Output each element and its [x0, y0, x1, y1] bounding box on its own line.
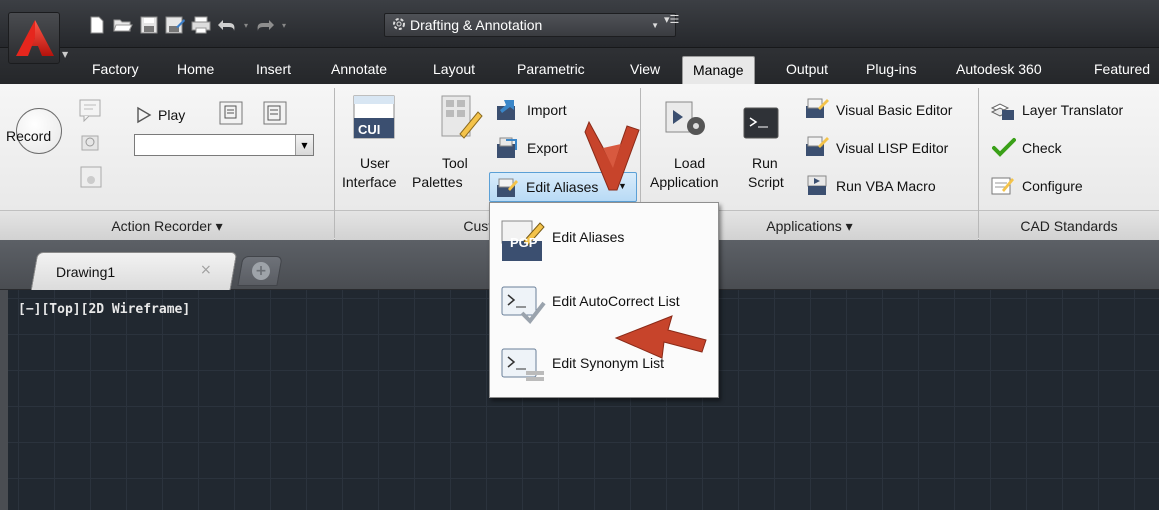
tab-featured[interactable]: Featured: [1094, 58, 1150, 84]
vba-editor-icon[interactable]: [804, 96, 830, 122]
tool-palettes-icon[interactable]: [440, 94, 484, 146]
record-label[interactable]: Record: [6, 128, 51, 144]
run-script-icon[interactable]: [742, 106, 782, 144]
title-bar: ▾ ▾ Drafting & Annotation ▼ ▾☰: [0, 0, 1159, 48]
save-as-icon[interactable]: [162, 13, 188, 37]
user-interface-label-line1[interactable]: User: [360, 155, 390, 171]
pgp-badge: PGP: [510, 235, 538, 250]
gear-icon: [391, 16, 407, 35]
import-label[interactable]: Import: [527, 102, 567, 118]
vba-editor-label[interactable]: Visual Basic Editor: [836, 102, 952, 118]
redo-dropdown-icon[interactable]: ▾: [278, 21, 290, 30]
chevron-down-icon[interactable]: ▼: [295, 135, 313, 155]
insert-base-point-icon[interactable]: [78, 164, 104, 188]
tab-plug-ins[interactable]: Plug-ins: [866, 58, 917, 84]
customize-toolbar-icon[interactable]: ▾☰: [664, 13, 679, 26]
user-interface-label-line2[interactable]: Interface: [342, 174, 396, 190]
tab-view[interactable]: View: [630, 58, 660, 84]
tool-palettes-label-line1[interactable]: Tool: [442, 155, 468, 171]
menu-item-label[interactable]: Edit Aliases: [552, 229, 624, 245]
tab-insert[interactable]: Insert: [256, 58, 291, 84]
check-icon[interactable]: [992, 136, 1016, 158]
panel-title-cad-standards: CAD Standards: [979, 210, 1159, 240]
application-menu-button[interactable]: ▼: [8, 12, 70, 66]
macro-select[interactable]: ▼: [134, 134, 314, 156]
plus-icon[interactable]: +: [252, 262, 270, 280]
cui-badge: CUI: [358, 122, 381, 137]
tab-factory[interactable]: Factory: [92, 58, 139, 84]
annotation-arrow-left-icon: [614, 315, 707, 359]
tab-autodesk-360[interactable]: Autodesk 360: [956, 58, 1042, 84]
import-icon[interactable]: [494, 98, 520, 122]
plot-icon[interactable]: [188, 13, 214, 37]
workspace-name: Drafting & Annotation: [410, 17, 543, 33]
chevron-down-icon: ▼: [651, 21, 659, 30]
request-input-icon[interactable]: [78, 130, 104, 154]
insert-message-icon[interactable]: [78, 98, 104, 122]
autocorrect-icon: [501, 286, 546, 325]
tab-annotate[interactable]: Annotate: [331, 58, 387, 84]
workspace-selector[interactable]: Drafting & Annotation ▼: [384, 13, 676, 37]
tab-output[interactable]: Output: [786, 58, 828, 84]
load-application-label-line2[interactable]: Application: [650, 174, 719, 190]
tool-palettes-label-line2[interactable]: Palettes: [412, 174, 463, 190]
manage-recordings-icon[interactable]: [262, 100, 290, 128]
load-application-icon[interactable]: [664, 100, 710, 144]
lisp-editor-icon[interactable]: [804, 134, 830, 160]
ribbon-tab-bar: Factory Home Insert Annotate Layout Para…: [0, 48, 1159, 84]
quick-access-toolbar: ▾ ▾: [84, 13, 290, 37]
tab-home[interactable]: Home: [177, 58, 214, 84]
layer-translator-icon[interactable]: [990, 98, 1016, 122]
undo-icon[interactable]: [214, 13, 240, 37]
new-icon[interactable]: [84, 13, 110, 37]
viewport-controls[interactable]: [−][Top][2D Wireframe]: [18, 302, 190, 317]
run-vba-macro-icon[interactable]: [806, 174, 830, 198]
menu-item-label[interactable]: Edit AutoCorrect List: [552, 293, 680, 309]
tab-manage[interactable]: Manage: [682, 56, 755, 84]
close-icon[interactable]: ×: [200, 262, 212, 278]
menu-item-edit-aliases[interactable]: PGP Edit Aliases: [490, 207, 718, 267]
configure-label[interactable]: Configure: [1022, 178, 1083, 194]
pgp-icon: [497, 178, 518, 197]
open-icon[interactable]: [110, 13, 136, 37]
load-application-label-line1[interactable]: Load: [674, 155, 705, 171]
export-label[interactable]: Export: [527, 140, 567, 156]
configure-icon[interactable]: [990, 174, 1016, 198]
lisp-editor-label[interactable]: Visual LISP Editor: [836, 140, 948, 156]
export-icon[interactable]: [494, 136, 520, 160]
panel-title-action-recorder[interactable]: Action Recorder ▾: [0, 210, 334, 240]
preference-icon[interactable]: [218, 100, 246, 128]
annotation-arrow-down-icon: [584, 120, 640, 191]
redo-icon[interactable]: [252, 13, 278, 37]
chevron-down-icon: ▼: [62, 50, 69, 59]
run-script-label-line2[interactable]: Script: [748, 174, 784, 190]
undo-dropdown-icon[interactable]: ▾: [240, 21, 252, 30]
save-icon[interactable]: [136, 13, 162, 37]
tab-layout[interactable]: Layout: [433, 58, 475, 84]
run-script-label-line1[interactable]: Run: [752, 155, 778, 171]
synonym-list-icon: [501, 348, 544, 381]
play-label[interactable]: Play: [158, 107, 185, 123]
tab-parametric[interactable]: Parametric: [517, 58, 585, 84]
check-label[interactable]: Check: [1022, 140, 1062, 156]
autocad-logo-icon: [16, 20, 54, 56]
layer-translator-label[interactable]: Layer Translator: [1022, 102, 1123, 118]
run-vba-macro-label[interactable]: Run VBA Macro: [836, 178, 936, 194]
play-icon[interactable]: [136, 106, 152, 124]
document-tab-label[interactable]: Drawing1: [56, 264, 115, 280]
